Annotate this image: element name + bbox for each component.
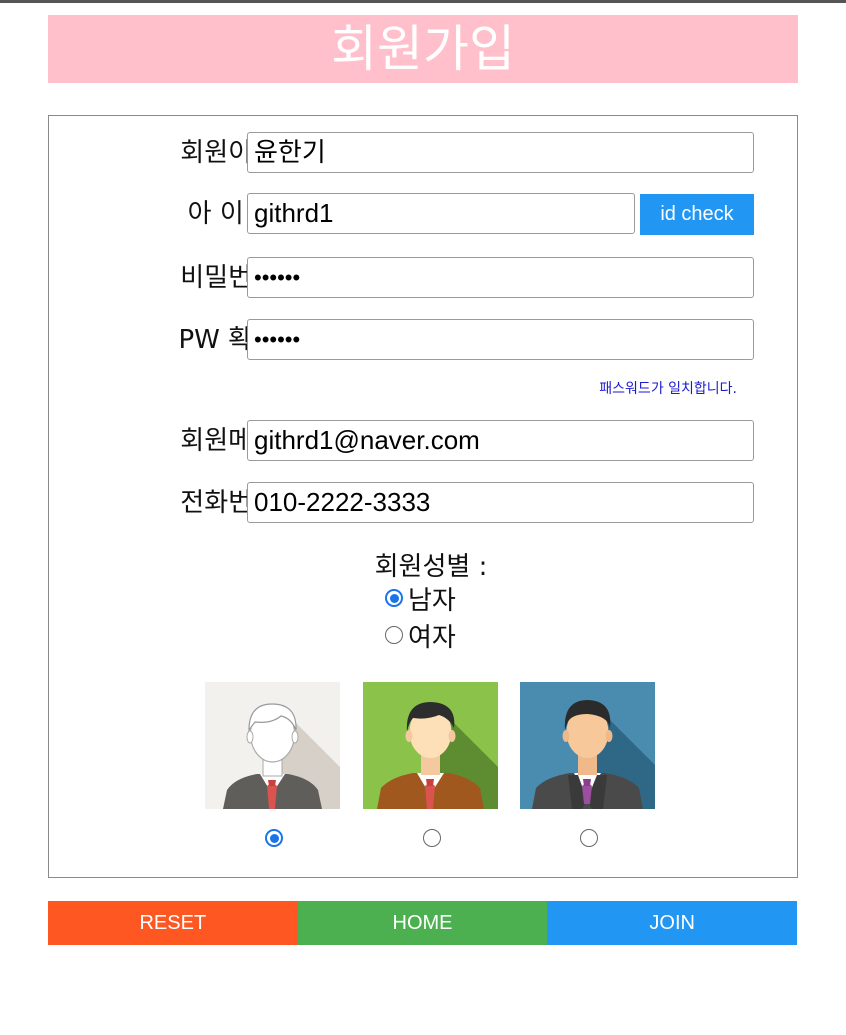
avatar-blue-icon[interactable] — [520, 682, 655, 809]
password-row: 비밀번호 : •••••• — [49, 257, 797, 299]
avatar-green-icon[interactable] — [363, 682, 498, 809]
id-row: 아 이 디 : githrd1 id check — [49, 193, 797, 235]
name-field[interactable]: 윤한기 — [247, 132, 754, 173]
gender-female-radio[interactable] — [385, 626, 403, 644]
id-field[interactable]: githrd1 — [247, 193, 635, 234]
join-form: 회원이름 : 윤한기 아 이 디 : githrd1 id check 비밀번호… — [48, 115, 798, 878]
email-row: 회원메일 : githrd1@naver.com — [49, 420, 797, 462]
avatar-white-radio[interactable] — [265, 829, 283, 847]
reset-button[interactable]: RESET — [48, 901, 298, 945]
email-field[interactable]: githrd1@naver.com — [247, 420, 754, 461]
join-button[interactable]: JOIN — [547, 901, 798, 945]
name-row: 회원이름 : 윤한기 — [49, 132, 797, 174]
avatar-green-radio[interactable] — [423, 829, 441, 847]
gender-female-label: 여자 — [408, 622, 456, 653]
home-button[interactable]: HOME — [297, 901, 548, 945]
gender-option-female[interactable]: 여자 — [385, 618, 456, 653]
action-bar: RESET HOME JOIN — [48, 901, 798, 945]
top-rule — [0, 0, 846, 3]
password-confirm-row: PW 확인 : •••••• — [49, 319, 797, 361]
gender-male-label: 남자 — [408, 585, 456, 616]
id-check-button[interactable]: id check — [640, 194, 754, 235]
avatar-blue-radio[interactable] — [580, 829, 598, 847]
avatar-white-icon[interactable] — [205, 682, 340, 809]
password-field[interactable]: •••••• — [247, 257, 754, 298]
page-title: 회원가입 — [48, 15, 798, 83]
phone-field[interactable]: 010-2222-3333 — [247, 482, 754, 523]
gender-option-male[interactable]: 남자 — [385, 581, 456, 616]
password-match-message: 패스워드가 일치합니다. — [599, 381, 737, 397]
gender-label: 회원성별 : — [374, 552, 488, 582]
password-confirm-field[interactable]: •••••• — [247, 319, 754, 360]
phone-row: 전화번호 : 010-2222-3333 — [49, 482, 797, 524]
gender-male-radio[interactable] — [385, 589, 403, 607]
